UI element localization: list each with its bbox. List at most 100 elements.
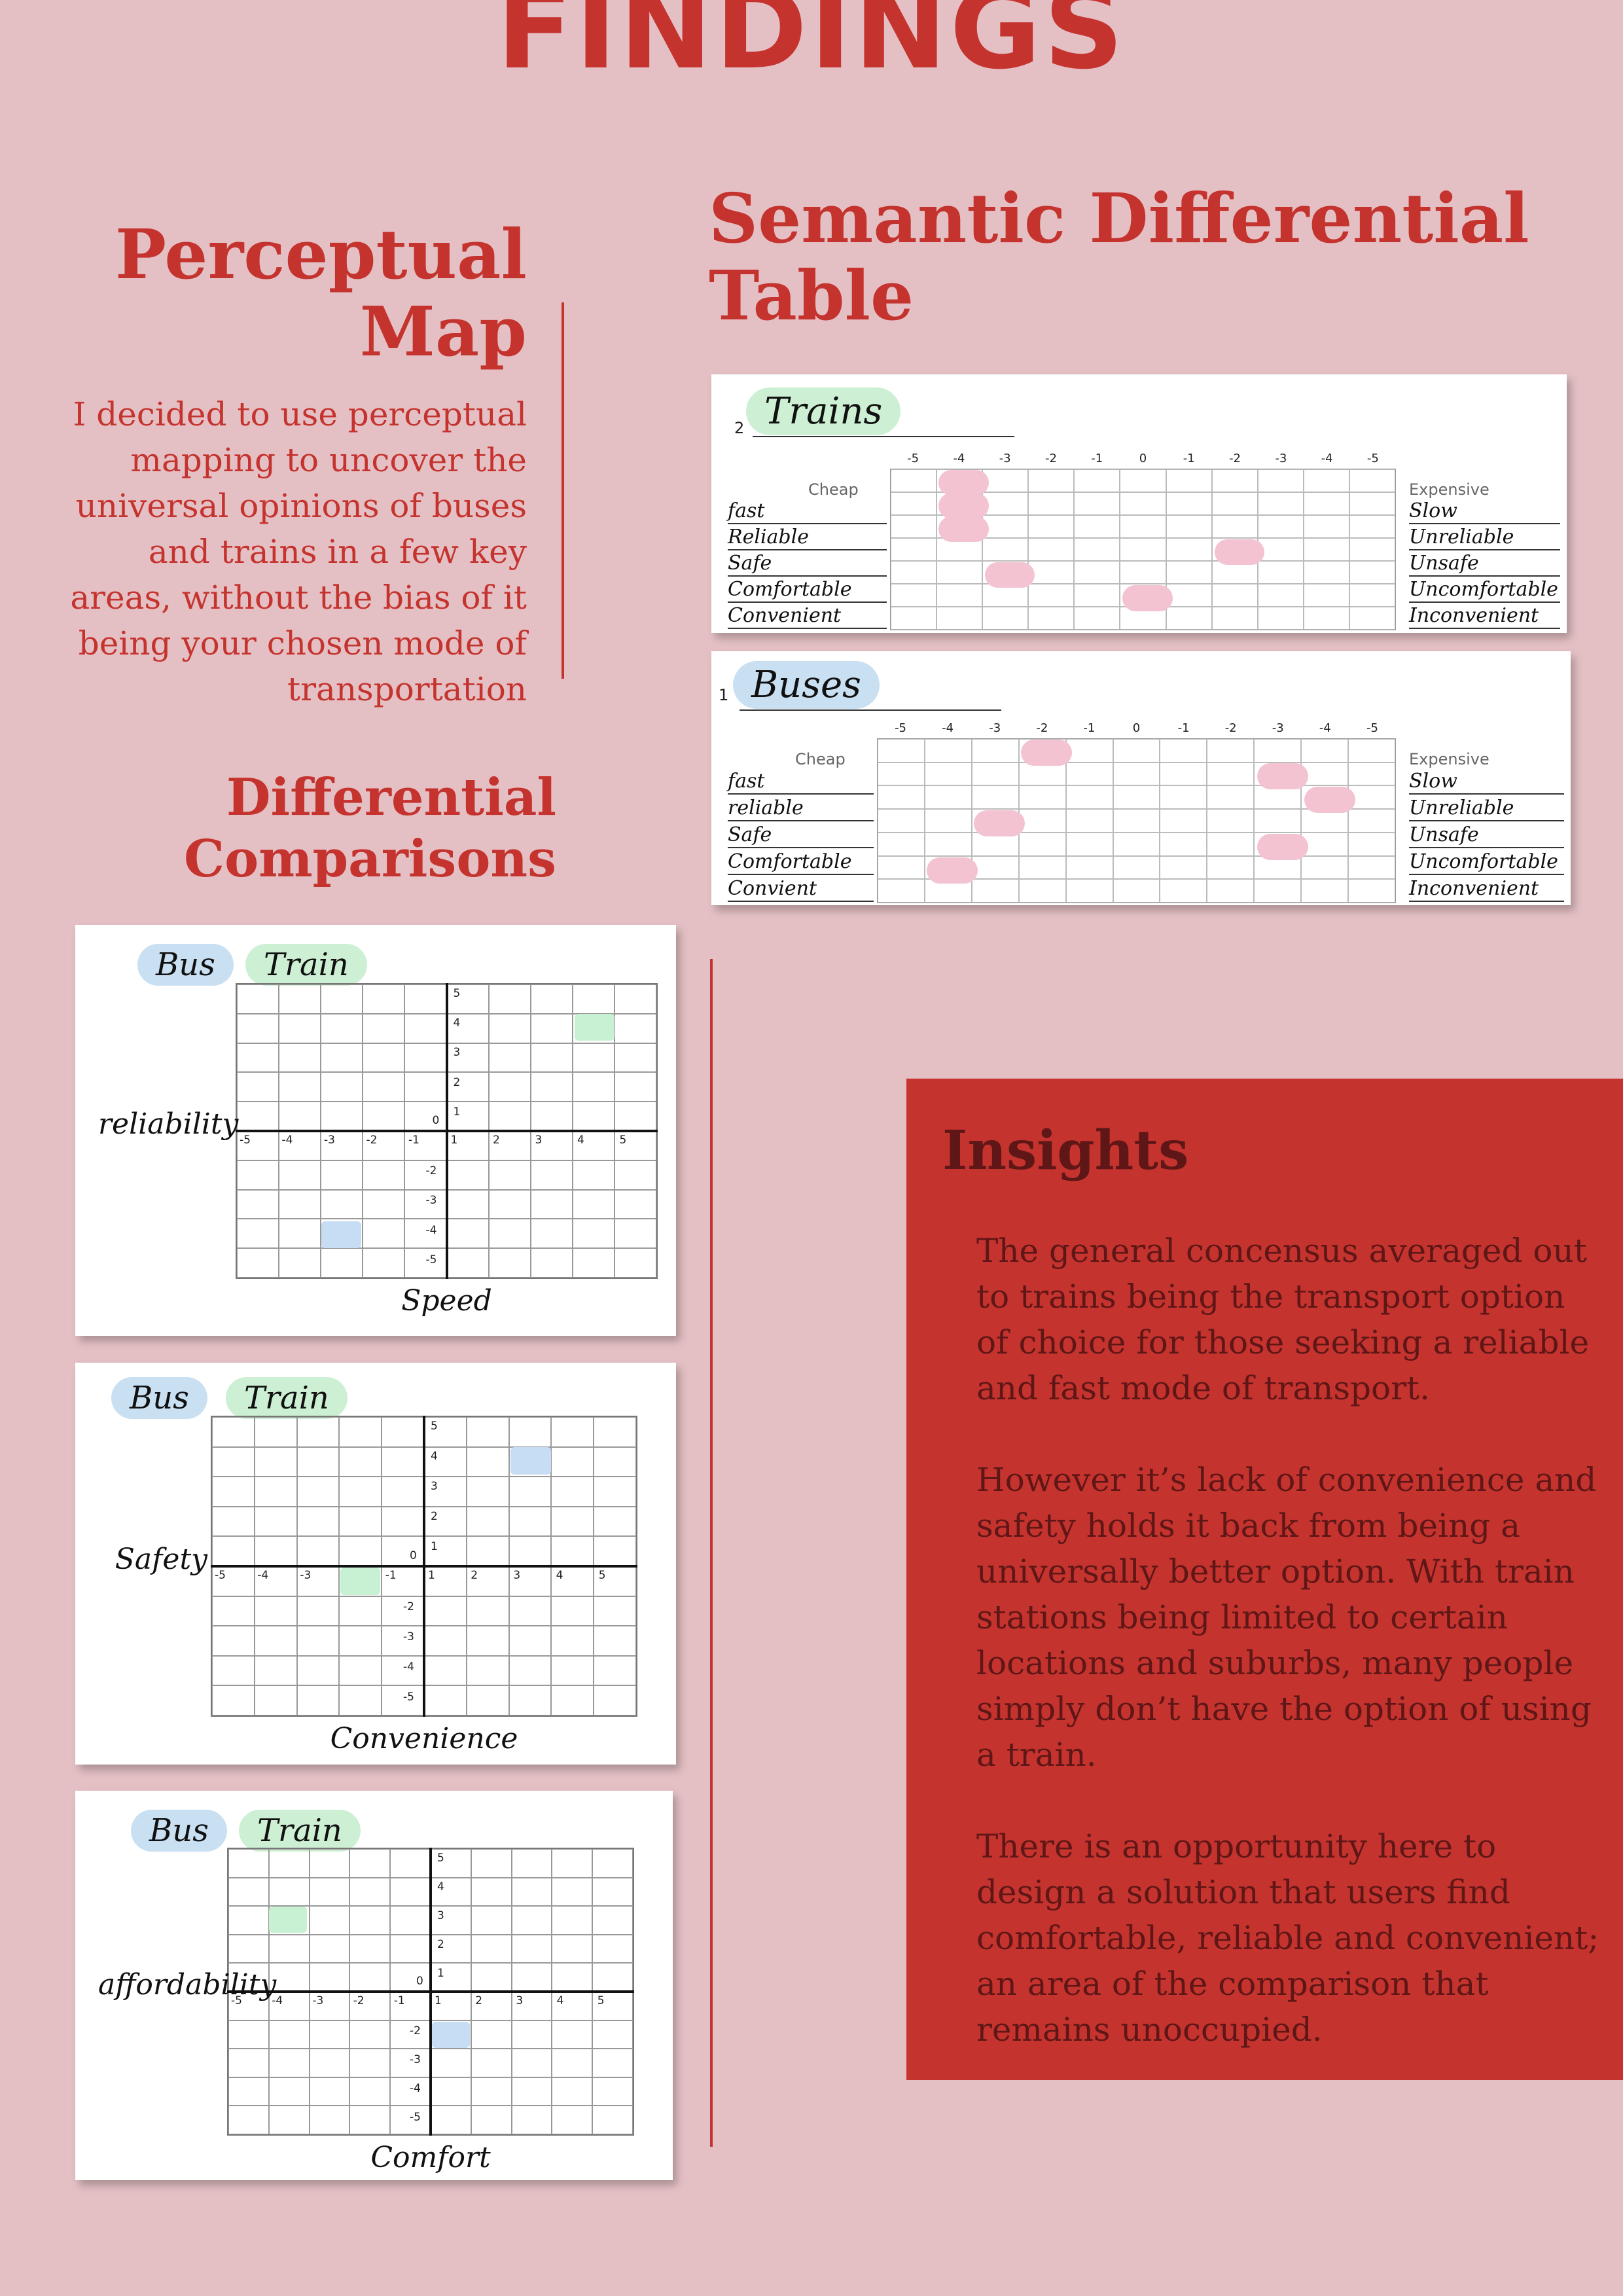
right-attribute: Slow	[1409, 499, 1560, 524]
left-heading: Cheap	[795, 750, 846, 768]
y-tick-label: 1	[437, 1967, 444, 1980]
y-tick-label: -2	[425, 1164, 437, 1178]
x-tick-label: -3	[300, 1569, 312, 1582]
name-underline	[740, 709, 1001, 711]
x-tick-label: 2	[475, 1994, 483, 2007]
x-tick-label: -4	[281, 1134, 293, 1147]
rating-mark	[1122, 585, 1173, 611]
y-tick-label: -3	[425, 1194, 437, 1208]
rating-mark	[1214, 539, 1265, 565]
heading-line: Semantic Differential	[709, 178, 1529, 259]
y-axis	[429, 1848, 432, 2136]
rating-mark	[1304, 787, 1355, 813]
y-tick-label: -4	[425, 1223, 437, 1237]
x-tick-label: -2	[353, 1994, 365, 2007]
bus-marker	[321, 1221, 361, 1248]
right-attribute: Uncomfortable	[1409, 850, 1564, 875]
y-tick-label: 2	[453, 1075, 461, 1089]
insights-heading: Insights	[942, 1119, 1189, 1182]
column-header: -2	[1036, 721, 1048, 735]
x-axis-label: Comfort	[370, 2141, 491, 2174]
heading-line: Differential	[226, 768, 556, 827]
y-tick-label: 4	[453, 1016, 461, 1030]
table-index: 2	[734, 419, 745, 437]
name-underline	[753, 436, 1014, 437]
x-tick-label: 5	[598, 1569, 606, 1582]
y-tick-label: 5	[437, 1852, 444, 1865]
y-tick-label: 3	[453, 1046, 461, 1060]
y-axis-label: affordability	[98, 1968, 277, 2001]
y-tick-label: 4	[437, 1880, 444, 1893]
y-tick-label: 5	[453, 987, 461, 1000]
x-tick-label: 3	[513, 1569, 521, 1582]
x-tick-label: 3	[516, 1994, 524, 2007]
column-header: 0	[1139, 452, 1147, 465]
left-attribute: Convient	[728, 876, 874, 902]
x-tick-label: -1	[408, 1134, 419, 1147]
origin-label: 0	[432, 1114, 440, 1127]
right-heading: Expensive	[1409, 480, 1489, 499]
table-name: Trains	[746, 387, 901, 435]
column-header: -4	[953, 452, 965, 465]
legend-train: Train	[226, 1377, 348, 1419]
right-attribute: Inconvenient	[1409, 876, 1564, 902]
y-axis-label: reliability	[98, 1107, 239, 1141]
left-attribute: Convenient	[728, 604, 887, 629]
x-tick-label: 1	[428, 1569, 435, 1582]
x-tick-label: 2	[471, 1569, 478, 1582]
column-header: -3	[989, 721, 1001, 735]
right-attribute: Unsafe	[1409, 823, 1564, 848]
x-tick-label: 1	[435, 1994, 442, 2007]
y-tick-label: 3	[431, 1480, 438, 1493]
x-tick-label: 5	[619, 1134, 627, 1147]
y-axis	[423, 1416, 425, 1717]
right-attribute: Unreliable	[1409, 526, 1560, 550]
column-header: -1	[1177, 721, 1190, 735]
x-tick-label: 1	[450, 1134, 458, 1147]
x-tick-label: -3	[324, 1134, 335, 1147]
left-attribute: fast	[728, 499, 887, 524]
insight-paragraph: There is an opportunity here to design a…	[976, 1827, 1599, 2049]
x-tick-label: 5	[597, 1994, 605, 2007]
column-header: -2	[1224, 721, 1237, 735]
x-tick-label: 3	[535, 1134, 543, 1147]
origin-label: 0	[410, 1549, 417, 1562]
y-tick-label: 2	[437, 1938, 444, 1951]
column-header: -1	[1183, 452, 1195, 465]
x-tick-label: 4	[556, 1994, 564, 2007]
right-attribute: Slow	[1409, 769, 1564, 795]
legend-train: Train	[245, 944, 367, 986]
column-header: -2	[1044, 452, 1057, 465]
legend-bus: Bus	[111, 1377, 207, 1419]
right-attribute: Uncomfortable	[1409, 578, 1560, 603]
column-header: -2	[1229, 452, 1241, 465]
y-axis	[445, 983, 448, 1279]
y-tick-label: 3	[437, 1909, 444, 1922]
divider-line	[562, 302, 564, 679]
train-marker	[269, 1907, 308, 1933]
y-tick-label: -2	[410, 2024, 421, 2037]
differential-comparisons-heading: Differential Comparisons	[98, 767, 556, 890]
legend-bus: Bus	[131, 1810, 227, 1852]
y-tick-label: -5	[410, 2111, 421, 2124]
y-axis-label: Safety	[115, 1543, 207, 1576]
right-attribute: Unsafe	[1409, 552, 1560, 577]
column-header: -4	[1321, 452, 1333, 465]
left-attribute: Safe	[728, 552, 887, 577]
x-axis-label: Speed	[401, 1284, 492, 1318]
column-header: -3	[1272, 721, 1284, 735]
page-title: FINDINGS	[496, 0, 1127, 94]
column-header: -4	[1319, 721, 1331, 735]
x-tick-label: 2	[493, 1134, 500, 1147]
insight-paragraph: However it’s lack of convenience and saf…	[976, 1461, 1597, 1774]
right-attribute: Inconvenient	[1409, 604, 1560, 629]
heading-line: Table	[709, 255, 914, 336]
y-tick-label: -3	[403, 1630, 414, 1643]
table-index: 1	[719, 686, 729, 704]
y-tick-label: -4	[410, 2082, 421, 2095]
insights-body: The general concensus averaged out to tr…	[976, 1228, 1605, 2098]
column-header: -1	[1091, 452, 1103, 465]
heading-line: Perceptual	[115, 214, 527, 295]
rating-mark	[984, 562, 1035, 588]
y-tick-label: 1	[431, 1540, 438, 1553]
